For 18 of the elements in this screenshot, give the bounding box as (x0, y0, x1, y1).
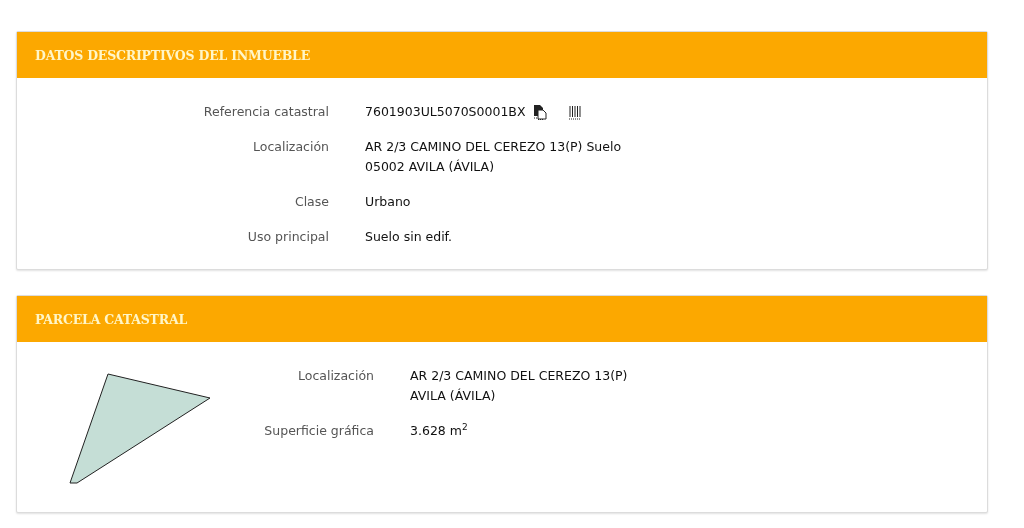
copy-icon[interactable] (531, 104, 548, 120)
field-value: AVILA (ÁVILA) (410, 387, 496, 405)
barcode-icon[interactable] (567, 104, 584, 120)
field-label: Referencia catastral (202, 103, 329, 121)
field-value: Urbano (365, 193, 411, 211)
field-value: 3.628 m$^{2}$ (410, 421, 468, 440)
field-value: AR 2/3 CAMINO DEL CEREZO 13(P) (410, 367, 628, 385)
field-label: Localización (252, 138, 329, 156)
field-label: Localización (297, 367, 374, 385)
field-value: Suelo sin edif. (365, 228, 453, 246)
field-label: Superficie gráfica (263, 422, 374, 440)
panel-title: DATOS DESCRIPTIVOS DEL INMUEBLE (35, 47, 311, 63)
field-label: Uso principal (246, 228, 329, 246)
field-value: 05002 AVILA (ÁVILA) (365, 158, 495, 176)
field-label: Clase (293, 193, 329, 211)
field-value: AR 2/3 CAMINO DEL CEREZO 13(P) Suelo (365, 138, 622, 156)
field-value: 7601903UL5070S0001BX (365, 103, 526, 121)
panel-title: PARCELA CATASTRAL (35, 311, 187, 327)
